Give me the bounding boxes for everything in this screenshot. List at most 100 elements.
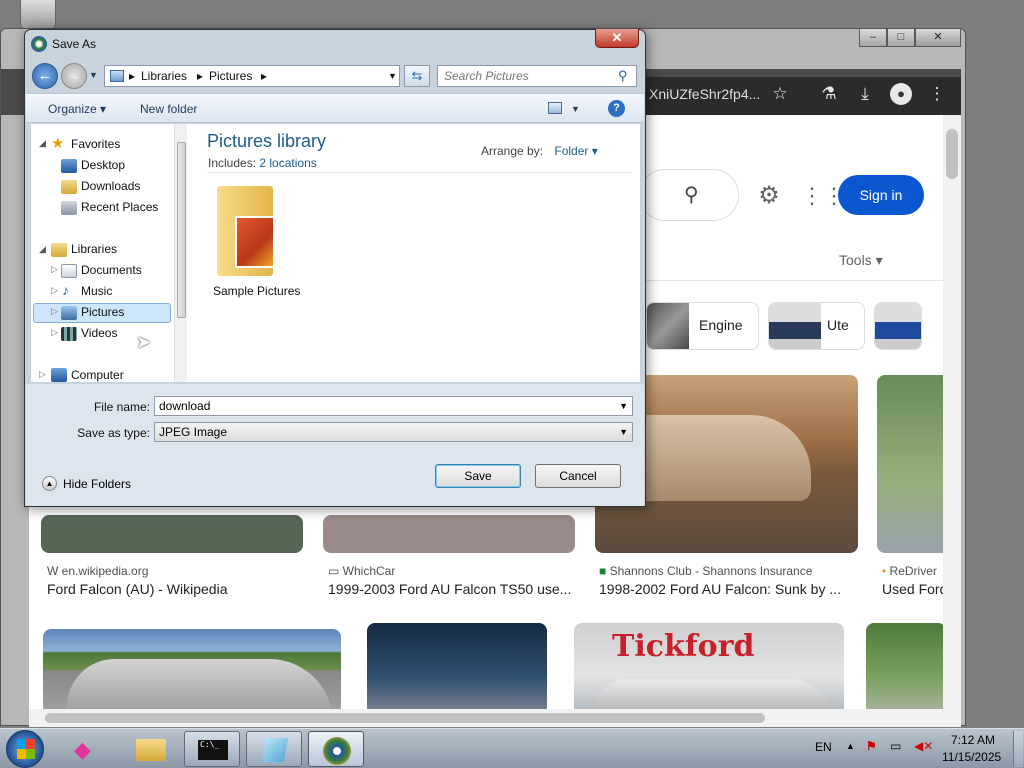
- folder-sample-pictures[interactable]: [217, 186, 279, 276]
- tools-menu[interactable]: Tools ▾: [839, 252, 883, 269]
- nav-documents[interactable]: Documents: [81, 263, 142, 277]
- dialog-close-button[interactable]: ✕: [595, 29, 639, 48]
- back-button[interactable]: ←: [32, 63, 58, 89]
- result-source-3[interactable]: ■ Shannons Club - Shannons Insurance: [599, 564, 812, 578]
- menu-dots-icon[interactable]: ⋮: [926, 83, 948, 105]
- taskbar-notepad[interactable]: [246, 731, 302, 767]
- language-indicator[interactable]: EN: [815, 740, 832, 754]
- path-dropdown-icon[interactable]: ▼: [388, 71, 397, 81]
- nav-downloads[interactable]: Downloads: [81, 179, 140, 193]
- close-button[interactable]: ✕: [915, 29, 961, 47]
- pictures-icon: [61, 306, 77, 320]
- result-title-2[interactable]: 1999-2003 Ford AU Falcon TS50 use...: [328, 581, 571, 597]
- chip-ute[interactable]: Ute: [768, 302, 865, 350]
- search-icon[interactable]: ⚲: [618, 68, 628, 84]
- organize-button[interactable]: Organize ▾: [48, 102, 106, 116]
- search-pictures-field[interactable]: Search Pictures ⚲: [437, 65, 637, 87]
- result-title-1[interactable]: Ford Falcon (AU) - Wikipedia: [47, 581, 228, 597]
- path-segment-pictures[interactable]: Pictures: [209, 69, 252, 83]
- cmd-icon: C:\_: [198, 740, 228, 760]
- nav-computer[interactable]: Computer: [71, 368, 124, 382]
- recycle-bin-icon[interactable]: [20, 0, 56, 30]
- cancel-button[interactable]: Cancel: [535, 464, 621, 488]
- dialog-title: Save As: [52, 37, 97, 51]
- nav-scrollbar[interactable]: [174, 124, 187, 382]
- view-dropdown-icon[interactable]: ▼: [571, 104, 580, 114]
- path-segment-libraries[interactable]: Libraries: [141, 69, 187, 83]
- nav-music[interactable]: Music: [81, 284, 112, 298]
- taskbar-cmd[interactable]: C:\_: [184, 731, 240, 767]
- address-path[interactable]: ▸ Libraries ▸ Pictures ▸ ▼: [104, 65, 400, 87]
- nav-recent-places[interactable]: Recent Places: [81, 200, 158, 214]
- organize-label: Organize: [48, 102, 97, 116]
- save-type-select[interactable]: JPEG Image ▼: [154, 422, 633, 442]
- refresh-icon[interactable]: ⇆: [404, 65, 430, 87]
- result-image-2[interactable]: [323, 515, 575, 553]
- change-view-icon[interactable]: [548, 102, 562, 114]
- arrange-value[interactable]: Folder ▾: [554, 144, 597, 158]
- includes-locations-link[interactable]: 2 locations: [259, 156, 316, 170]
- volume-muted-icon[interactable]: ◀✕: [914, 739, 933, 753]
- sign-in-button[interactable]: Sign in: [838, 175, 924, 215]
- save-as-dialog: Save As ✕ ← → ▼ ▸ Libraries ▸ Pictures ▸…: [24, 29, 646, 507]
- search-icon[interactable]: ⚲: [684, 182, 699, 207]
- taskbar-explorer[interactable]: [122, 731, 178, 767]
- collapse-arrow-icon[interactable]: ▷: [51, 285, 58, 296]
- recent-locations-chevron-icon[interactable]: ▼: [89, 70, 98, 80]
- chip-next[interactable]: [874, 302, 922, 350]
- scroll-thumb[interactable]: [946, 129, 958, 179]
- action-center-flag-icon[interactable]: ⚑: [866, 739, 877, 753]
- apps-grid-icon[interactable]: ⋮⋮: [801, 181, 845, 211]
- nav-favorites[interactable]: Favorites: [71, 137, 120, 151]
- result-source-2[interactable]: ▭ WhichCar: [328, 564, 395, 578]
- minimize-button[interactable]: –: [859, 29, 887, 47]
- download-icon[interactable]: ⤓: [854, 83, 876, 105]
- chip-engine[interactable]: Engine: [646, 302, 759, 350]
- show-hidden-icons-icon[interactable]: ▲: [846, 741, 855, 751]
- expand-arrow-icon[interactable]: ◢: [39, 138, 46, 149]
- nav-pictures[interactable]: Pictures: [81, 305, 124, 319]
- labs-flask-icon[interactable]: ⚗: [818, 83, 840, 105]
- result-title-3[interactable]: 1998-2002 Ford AU Falcon: Sunk by ...: [599, 581, 841, 597]
- clock-date[interactable]: 11/15/2025: [942, 750, 1001, 764]
- maximize-button[interactable]: □: [887, 29, 915, 47]
- nav-videos[interactable]: Videos: [81, 326, 117, 340]
- nav-scroll-thumb[interactable]: [177, 142, 186, 318]
- help-icon[interactable]: ?: [608, 100, 625, 117]
- nav-desktop[interactable]: Desktop: [81, 158, 125, 172]
- taskbar-browser[interactable]: [308, 731, 364, 767]
- expand-arrow-icon[interactable]: ◢: [39, 244, 46, 255]
- result-source-4[interactable]: • ReDriver: [882, 564, 937, 578]
- vertical-scrollbar[interactable]: [943, 115, 961, 727]
- save-type-dropdown-icon[interactable]: ▼: [619, 427, 628, 437]
- folder-label[interactable]: Sample Pictures: [213, 284, 300, 298]
- taskbar: ◆ C:\_ EN ▲ ⚑ ▭ ◀✕ 7:12 AM 11/15/2025: [0, 728, 1024, 768]
- address-text[interactable]: XniUZfeShr2fp4...: [649, 86, 760, 102]
- scroll-thumb[interactable]: [45, 713, 765, 723]
- collapse-arrow-icon[interactable]: ▷: [39, 369, 46, 380]
- collapse-arrow-icon[interactable]: ▷: [51, 306, 58, 317]
- file-name-dropdown-icon[interactable]: ▼: [619, 401, 628, 411]
- search-box[interactable]: ⚲: [639, 169, 739, 221]
- horizontal-scrollbar[interactable]: [29, 709, 943, 727]
- show-desktop-button[interactable]: [1013, 731, 1023, 767]
- settings-gear-icon[interactable]: ⚙: [754, 181, 784, 211]
- network-icon[interactable]: ▭: [890, 739, 901, 753]
- result-title-4[interactable]: Used Ford: [882, 581, 947, 597]
- nav-libraries[interactable]: Libraries: [71, 242, 117, 256]
- start-button[interactable]: [6, 730, 44, 768]
- file-name-label: File name:: [93, 400, 150, 414]
- result-image-1[interactable]: [41, 515, 303, 553]
- new-folder-button[interactable]: New folder: [140, 102, 197, 116]
- taskbar-app-cat[interactable]: ◆: [62, 731, 118, 767]
- forward-button[interactable]: →: [61, 63, 87, 89]
- clock-time[interactable]: 7:12 AM: [951, 733, 995, 747]
- file-name-field[interactable]: download ▼: [154, 396, 633, 416]
- save-button[interactable]: Save: [435, 464, 521, 488]
- profile-icon[interactable]: ●: [890, 83, 912, 105]
- collapse-arrow-icon[interactable]: ▷: [51, 327, 58, 338]
- bookmark-star-icon[interactable]: ☆: [769, 83, 791, 105]
- music-icon: ♪: [62, 282, 69, 298]
- collapse-arrow-icon[interactable]: ▷: [51, 264, 58, 275]
- result-source-1[interactable]: W en.wikipedia.org: [47, 564, 148, 578]
